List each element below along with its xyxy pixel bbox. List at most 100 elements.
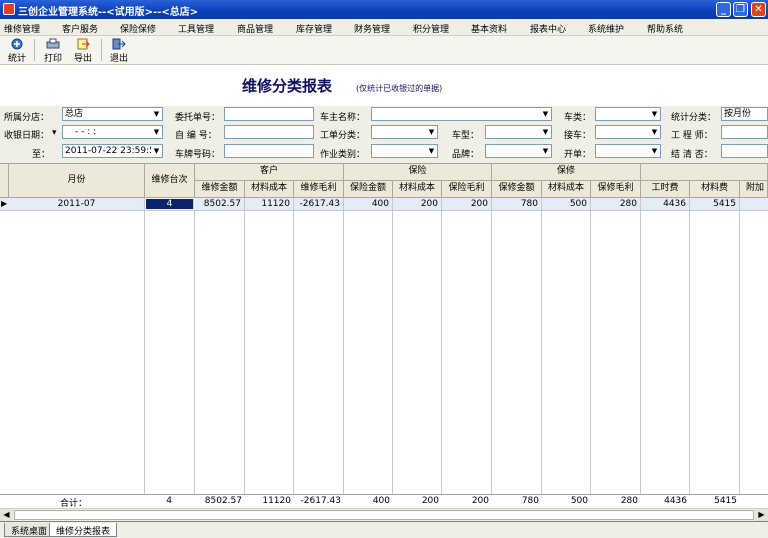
horizontal-scrollbar[interactable]: ◀ ▶ bbox=[0, 508, 768, 521]
scroll-thumb[interactable] bbox=[14, 510, 754, 520]
month-header[interactable]: 月份 bbox=[9, 164, 145, 198]
group-header-blank bbox=[641, 164, 768, 181]
total-material: 5415 bbox=[714, 496, 737, 506]
model-select[interactable]: ▼ bbox=[485, 125, 552, 139]
menu-insurance[interactable]: 保险保修 bbox=[120, 22, 156, 35]
menu-finance[interactable]: 财务管理 bbox=[354, 22, 390, 35]
w-gm-header[interactable]: 保修毛利 bbox=[591, 181, 641, 198]
owner-select[interactable]: ▼ bbox=[371, 107, 552, 121]
export-button[interactable]: 导出 bbox=[70, 37, 96, 64]
i-amt-cell[interactable]: 400 bbox=[344, 198, 393, 210]
material-header[interactable]: 材料费 bbox=[690, 181, 740, 198]
total-c-gm: -2617.43 bbox=[300, 496, 341, 506]
total-w-mat: 500 bbox=[570, 496, 588, 506]
i-amt-header[interactable]: 保险金额 bbox=[344, 181, 393, 198]
c-gm-cell[interactable]: -2617.43 bbox=[294, 198, 344, 210]
open-label: 开单： bbox=[564, 150, 592, 160]
statcat-select[interactable]: 按月份 bbox=[721, 107, 768, 121]
w-mat-header[interactable]: 材料成本 bbox=[542, 181, 591, 198]
settled-select[interactable] bbox=[721, 144, 768, 158]
date-from-checkbox[interactable]: ▾ bbox=[52, 128, 57, 138]
column-line bbox=[491, 198, 492, 508]
plate-input[interactable] bbox=[224, 144, 314, 158]
commission-input[interactable] bbox=[224, 107, 314, 121]
total-count: 4 bbox=[166, 496, 172, 506]
table-row[interactable]: ▶ 2011-07 4 8502.57 11120 -2617.43 400 2… bbox=[0, 198, 768, 211]
material-cell[interactable]: 5415 bbox=[690, 198, 740, 210]
ordertype-label: 工单分类： bbox=[320, 131, 366, 141]
column-line bbox=[194, 198, 195, 508]
pickup-select[interactable]: ▼ bbox=[595, 125, 661, 139]
w-gm-cell[interactable]: 280 bbox=[591, 198, 641, 210]
maximize-button[interactable]: ❐ bbox=[733, 2, 748, 17]
customer-group-header: 客户 bbox=[195, 164, 344, 181]
stats-button[interactable]: 统计 bbox=[4, 37, 30, 64]
open-select[interactable]: ▼ bbox=[595, 144, 661, 158]
w-amt-header[interactable]: 保修金额 bbox=[492, 181, 542, 198]
minimize-button[interactable]: _ bbox=[716, 2, 731, 17]
chevron-down-icon: ▼ bbox=[540, 145, 551, 157]
exit-button[interactable]: 退出 bbox=[106, 37, 132, 64]
menu-inventory[interactable]: 库存管理 bbox=[296, 22, 332, 35]
chevron-down-icon: ▼ bbox=[151, 108, 162, 120]
filter-panel: 所属分店： 总店 ▼ 收银日期： ▾ - - : : ▼ 至： 2011-07-22… bbox=[0, 106, 768, 163]
column-line bbox=[640, 198, 641, 508]
menu-repair[interactable]: 维修管理 bbox=[4, 22, 40, 35]
warranty-group-header: 保修 bbox=[492, 164, 641, 181]
menu-tools[interactable]: 工具管理 bbox=[178, 22, 214, 35]
print-button[interactable]: 打印 bbox=[40, 37, 66, 64]
c-amt-cell[interactable]: 8502.57 bbox=[195, 198, 245, 210]
c-gm-header[interactable]: 维修毛利 bbox=[294, 181, 344, 198]
model-label: 车型： bbox=[452, 131, 480, 141]
menu-points[interactable]: 积分管理 bbox=[413, 22, 449, 35]
count-cell-selected[interactable]: 4 bbox=[145, 198, 195, 210]
total-w-amt: 780 bbox=[521, 496, 539, 506]
tab-repair-report[interactable]: 维修分类报表 bbox=[49, 523, 118, 537]
i-mat-header[interactable]: 材料成本 bbox=[393, 181, 442, 198]
selfno-label: 自 编 号： bbox=[175, 131, 217, 141]
i-gm-header[interactable]: 保险毛利 bbox=[442, 181, 492, 198]
date-from-label: 收银日期： bbox=[4, 131, 50, 141]
pickup-label: 接车： bbox=[564, 131, 592, 141]
menu-reports[interactable]: 报表中心 bbox=[530, 22, 566, 35]
column-line bbox=[441, 198, 442, 508]
tab-desktop[interactable]: 系统桌面 bbox=[4, 523, 55, 537]
count-header[interactable]: 维修台次 bbox=[145, 164, 195, 198]
menu-help[interactable]: 帮助系统 bbox=[647, 22, 683, 35]
i-mat-cell[interactable]: 200 bbox=[393, 198, 442, 210]
menu-basic-data[interactable]: 基本资料 bbox=[471, 22, 507, 35]
settled-label: 结 清 否： bbox=[671, 150, 713, 160]
cartype-select[interactable]: ▼ bbox=[595, 107, 661, 121]
scroll-left-icon[interactable]: ◀ bbox=[0, 509, 13, 521]
c-mat-header[interactable]: 材料成本 bbox=[245, 181, 294, 198]
export-icon bbox=[77, 38, 90, 50]
c-amt-header[interactable]: 维修金额 bbox=[195, 181, 245, 198]
i-gm-cell[interactable]: 200 bbox=[442, 198, 492, 210]
engineer-select[interactable] bbox=[721, 125, 768, 139]
menu-customer[interactable]: 客户服务 bbox=[62, 22, 98, 35]
c-mat-cell[interactable]: 11120 bbox=[245, 198, 294, 210]
menu-goods[interactable]: 商品管理 bbox=[237, 22, 273, 35]
selfno-input[interactable] bbox=[224, 125, 314, 139]
labor-header[interactable]: 工时费 bbox=[641, 181, 690, 198]
scroll-right-icon[interactable]: ▶ bbox=[755, 509, 768, 521]
labor-cell[interactable]: 4436 bbox=[641, 198, 690, 210]
commission-label: 委托单号： bbox=[175, 113, 221, 123]
date-from-input[interactable]: - - : : ▼ bbox=[62, 125, 163, 139]
ordertype-select[interactable]: ▼ bbox=[371, 125, 438, 139]
chevron-down-icon: ▼ bbox=[540, 126, 551, 138]
extra-header[interactable]: 附加 bbox=[740, 181, 768, 198]
chevron-down-icon: ▼ bbox=[649, 108, 660, 120]
menu-system[interactable]: 系统维护 bbox=[588, 22, 624, 35]
date-to-input[interactable]: 2011-07-22 23:59:59 ▼ bbox=[62, 144, 163, 158]
total-i-mat: 200 bbox=[421, 496, 439, 506]
brand-select[interactable]: ▼ bbox=[485, 144, 552, 158]
branch-select[interactable]: 总店 ▼ bbox=[62, 107, 163, 121]
worktype-select[interactable]: ▼ bbox=[371, 144, 438, 158]
total-i-gm: 200 bbox=[471, 496, 489, 506]
w-mat-cell[interactable]: 500 bbox=[542, 198, 591, 210]
close-button[interactable]: ✕ bbox=[751, 2, 766, 17]
month-cell[interactable]: 2011-07 bbox=[9, 198, 145, 210]
chevron-down-icon: ▼ bbox=[426, 145, 437, 157]
w-amt-cell[interactable]: 780 bbox=[492, 198, 542, 210]
